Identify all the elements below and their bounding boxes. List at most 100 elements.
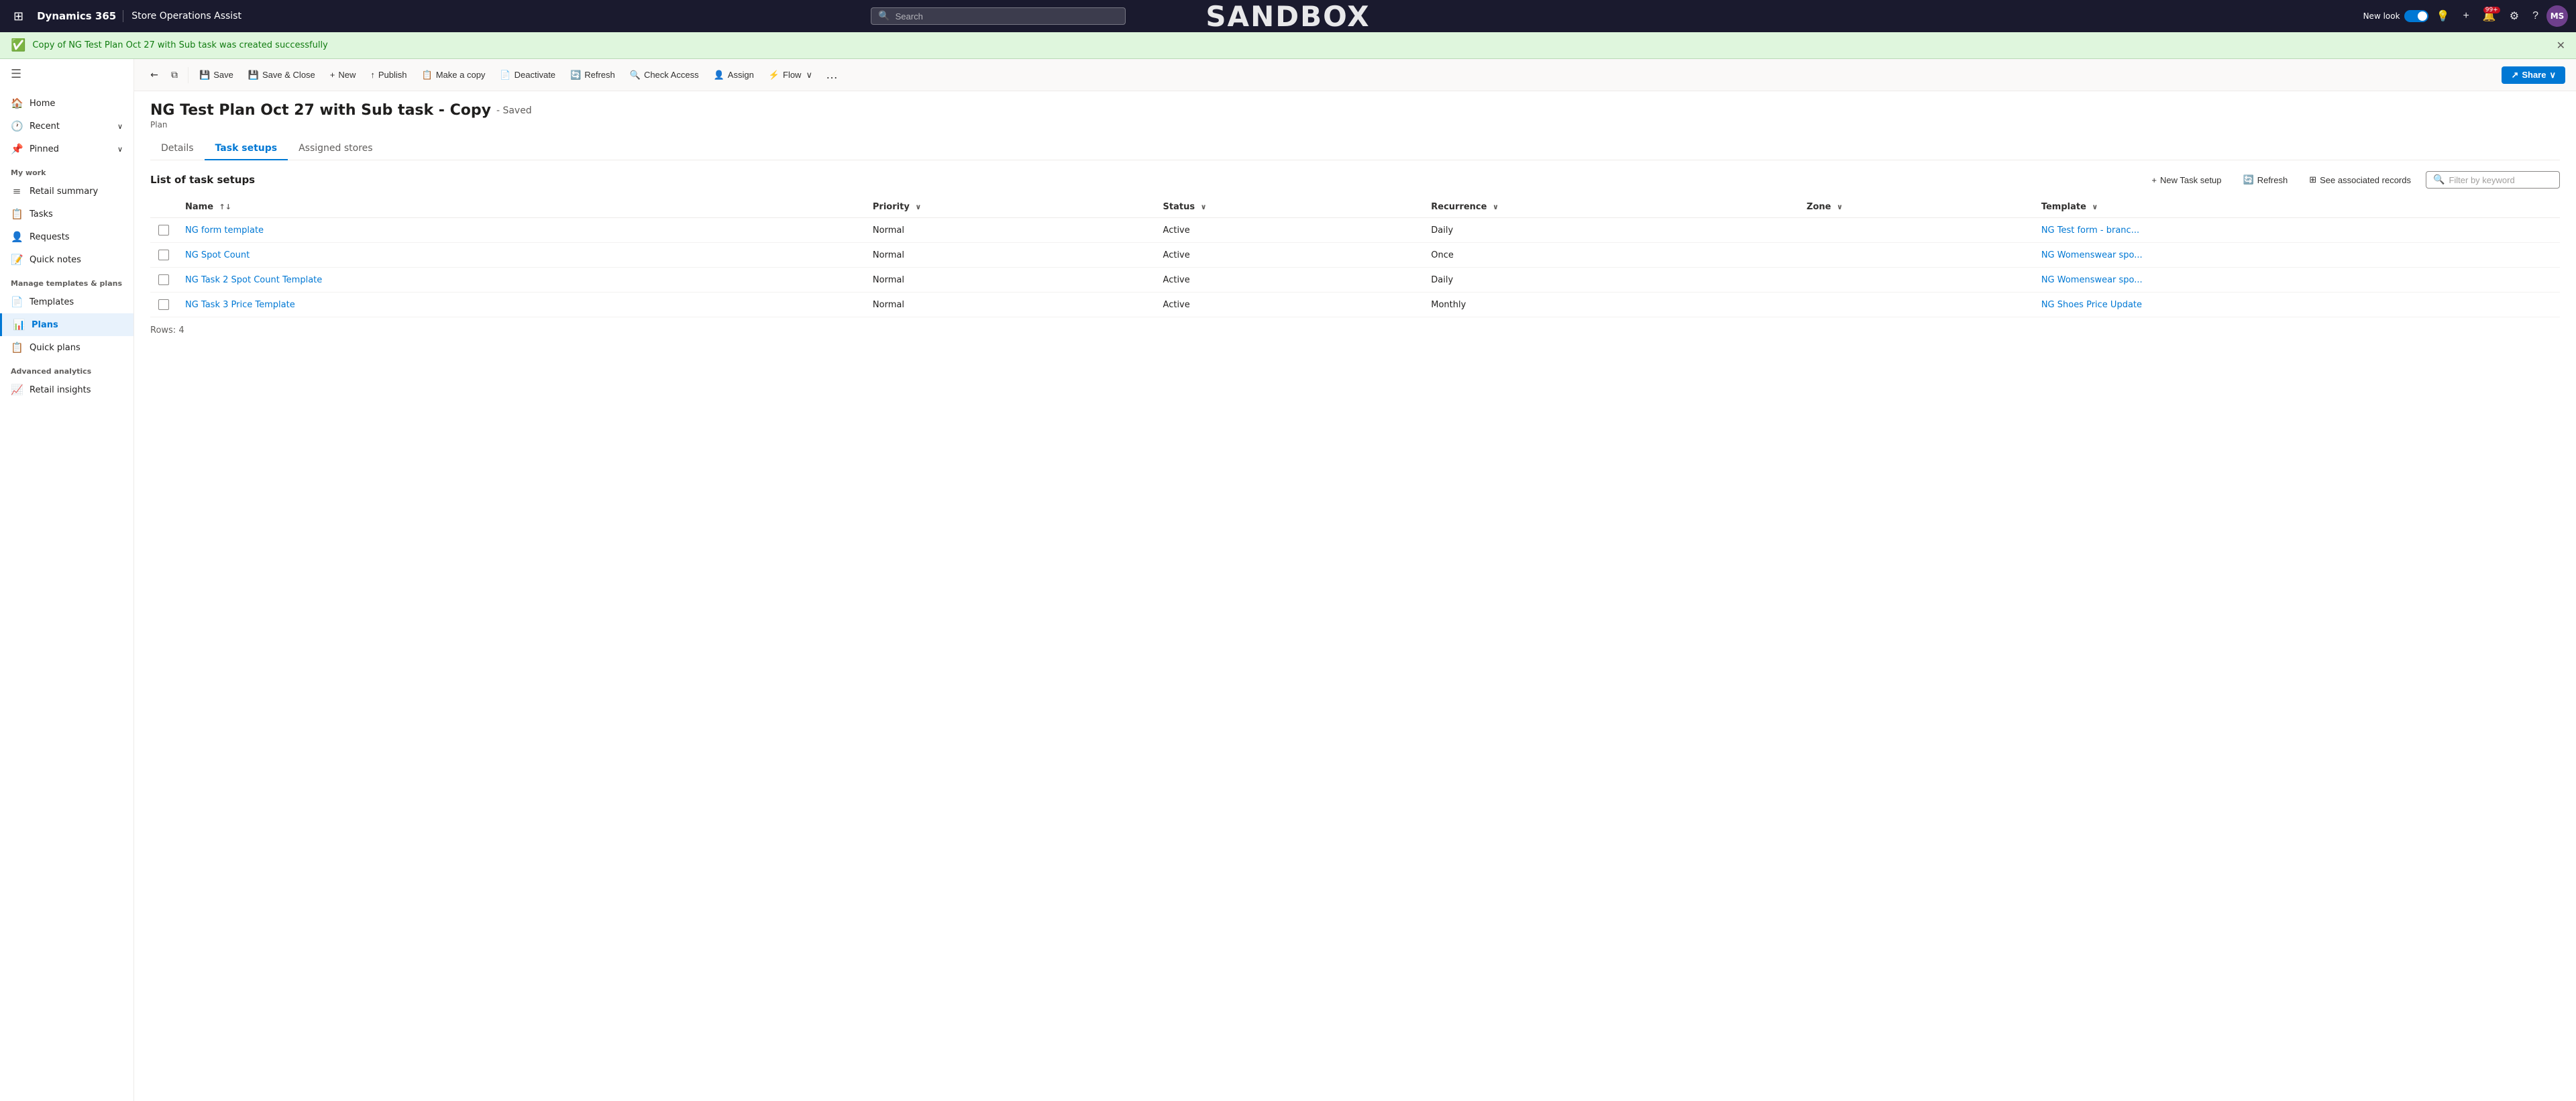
row-checkbox[interactable] — [158, 299, 169, 310]
new-task-setup-button[interactable]: + New Task setup — [2145, 172, 2228, 189]
flow-label: Flow — [783, 70, 801, 80]
record-title-text: NG Test Plan Oct 27 with Sub task - Copy — [150, 102, 491, 119]
back-button[interactable]: ← — [145, 66, 164, 85]
deactivate-button[interactable]: 📄 Deactivate — [493, 66, 562, 84]
sidebar-item-templates-label: Templates — [30, 297, 74, 307]
refresh-button[interactable]: 🔄 Refresh — [564, 66, 622, 84]
table-actions: + New Task setup 🔄 Refresh ⊞ See associa… — [2145, 171, 2560, 189]
sidebar-item-requests[interactable]: 👤 Requests — [0, 225, 133, 248]
col-header-status[interactable]: Status ∨ — [1155, 197, 1424, 218]
row-name-cell: NG form template — [177, 218, 865, 243]
sidebar-item-home[interactable]: 🏠 Home — [0, 92, 133, 115]
new-look-toggle[interactable] — [2404, 10, 2428, 22]
tab-details[interactable]: Details — [150, 138, 205, 160]
row-checkbox[interactable] — [158, 250, 169, 260]
assign-button[interactable]: 👤 Assign — [707, 66, 761, 84]
list-title: List of task setups — [150, 174, 255, 186]
new-look-label: New look — [2363, 11, 2400, 21]
filter-input[interactable] — [2449, 175, 2553, 185]
pinned-icon: 📌 — [11, 143, 23, 155]
refresh-label: Refresh — [584, 70, 615, 80]
user-avatar[interactable]: MS — [2546, 5, 2568, 27]
select-all-header — [150, 197, 177, 218]
sidebar-item-plans[interactable]: 📊 Plans — [0, 313, 133, 336]
publish-label: Publish — [378, 70, 407, 80]
share-label: Share — [2522, 70, 2546, 80]
tab-task-setups[interactable]: Task setups — [205, 138, 288, 160]
col-header-recurrence[interactable]: Recurrence ∨ — [1423, 197, 1799, 218]
row-template-link[interactable]: NG Womenswear spo... — [2041, 275, 2143, 285]
save-close-button[interactable]: 💾 Save & Close — [241, 66, 322, 84]
templates-icon: 📄 — [11, 296, 23, 308]
sidebar-item-tasks[interactable]: 📋 Tasks — [0, 203, 133, 225]
analytics-section-label: Advanced analytics — [0, 362, 133, 378]
search-box[interactable]: 🔍 — [871, 7, 1126, 25]
recurrence-sort-icon: ∨ — [1493, 203, 1499, 211]
row-name-cell: NG Spot Count — [177, 243, 865, 268]
sidebar-item-recent[interactable]: 🕐 Recent ∨ — [0, 115, 133, 138]
lightbulb-icon-button[interactable]: 💡 — [2431, 5, 2455, 27]
share-icon: ↗ — [2511, 70, 2518, 81]
new-task-setup-label: New Task setup — [2160, 175, 2222, 185]
row-status-cell: Active — [1155, 243, 1424, 268]
sidebar-item-quick-notes-label: Quick notes — [30, 255, 81, 265]
row-template-link[interactable]: NG Test form - branc... — [2041, 225, 2139, 235]
col-zone-label: Zone — [1807, 202, 1831, 212]
notification-message: Copy of NG Test Plan Oct 27 with Sub tas… — [32, 40, 2549, 50]
row-zone-cell — [1799, 218, 2033, 243]
tab-assigned-stores[interactable]: Assigned stores — [288, 138, 383, 160]
help-icon-button[interactable]: ? — [2527, 6, 2544, 26]
row-checkbox[interactable] — [158, 274, 169, 285]
row-checkbox[interactable] — [158, 225, 169, 235]
add-icon-button[interactable]: + — [2457, 6, 2474, 26]
sidebar-item-home-label: Home — [30, 99, 55, 109]
copy-icon: 📋 — [422, 70, 433, 81]
new-task-setup-icon: + — [2151, 175, 2157, 185]
brand-area: Dynamics 365 Store Operations Assist — [34, 10, 250, 22]
notification-close-button[interactable]: ✕ — [2557, 39, 2565, 52]
row-name-link[interactable]: NG Task 2 Spot Count Template — [185, 275, 322, 285]
tasks-icon: 📋 — [11, 208, 23, 220]
sidebar-item-quick-notes[interactable]: 📝 Quick notes — [0, 248, 133, 271]
save-button[interactable]: 💾 Save — [193, 66, 240, 84]
make-copy-button[interactable]: 📋 Make a copy — [415, 66, 492, 84]
table-refresh-button[interactable]: 🔄 Refresh — [2237, 171, 2295, 189]
deactivate-icon: 📄 — [500, 70, 511, 81]
sidebar-item-pinned[interactable]: 📌 Pinned ∨ — [0, 138, 133, 160]
row-priority-cell: Normal — [865, 243, 1155, 268]
col-header-zone[interactable]: Zone ∨ — [1799, 197, 2033, 218]
quick-notes-icon: 📝 — [11, 254, 23, 266]
new-icon: + — [330, 70, 335, 80]
row-template-link[interactable]: NG Womenswear spo... — [2041, 250, 2143, 260]
share-button[interactable]: ↗ Share ∨ — [2502, 66, 2565, 84]
save-label: Save — [213, 70, 233, 80]
row-template-link[interactable]: NG Shoes Price Update — [2041, 300, 2142, 310]
see-associated-button[interactable]: ⊞ See associated records — [2302, 171, 2418, 189]
row-recurrence-cell: Daily — [1423, 218, 1799, 243]
sidebar-hamburger[interactable]: ☰ — [0, 59, 133, 89]
waffle-icon[interactable]: ⊞ — [8, 7, 29, 26]
more-options-button[interactable]: … — [820, 64, 843, 85]
settings-icon-button[interactable]: ⚙ — [2504, 5, 2524, 27]
col-header-template[interactable]: Template ∨ — [2033, 197, 2560, 218]
sidebar-item-retail-insights[interactable]: 📈 Retail insights — [0, 378, 133, 401]
row-name-link[interactable]: NG Spot Count — [185, 250, 250, 260]
row-priority-cell: Normal — [865, 218, 1155, 243]
row-checkbox-cell — [150, 243, 177, 268]
new-button[interactable]: + New — [323, 66, 363, 83]
col-header-priority[interactable]: Priority ∨ — [865, 197, 1155, 218]
publish-button[interactable]: ↑ Publish — [364, 66, 413, 83]
col-header-name[interactable]: Name ↑↓ — [177, 197, 865, 218]
sidebar-item-quick-plans[interactable]: 📋 Quick plans — [0, 336, 133, 359]
sidebar-item-tasks-label: Tasks — [30, 209, 53, 219]
page-icon-button[interactable]: ⧉ — [165, 66, 184, 85]
flow-button[interactable]: ⚡ Flow ∨ — [762, 66, 819, 84]
recent-chevron-icon: ∨ — [117, 122, 123, 131]
row-name-link[interactable]: NG form template — [185, 225, 264, 235]
sidebar-item-retail-summary[interactable]: ≡ Retail summary — [0, 180, 133, 203]
new-look-toggle-area: New look — [2363, 10, 2428, 22]
row-name-link[interactable]: NG Task 3 Price Template — [185, 300, 295, 310]
search-input[interactable] — [896, 11, 1119, 21]
sidebar-item-templates[interactable]: 📄 Templates — [0, 291, 133, 313]
check-access-button[interactable]: 🔍 Check Access — [623, 66, 706, 84]
